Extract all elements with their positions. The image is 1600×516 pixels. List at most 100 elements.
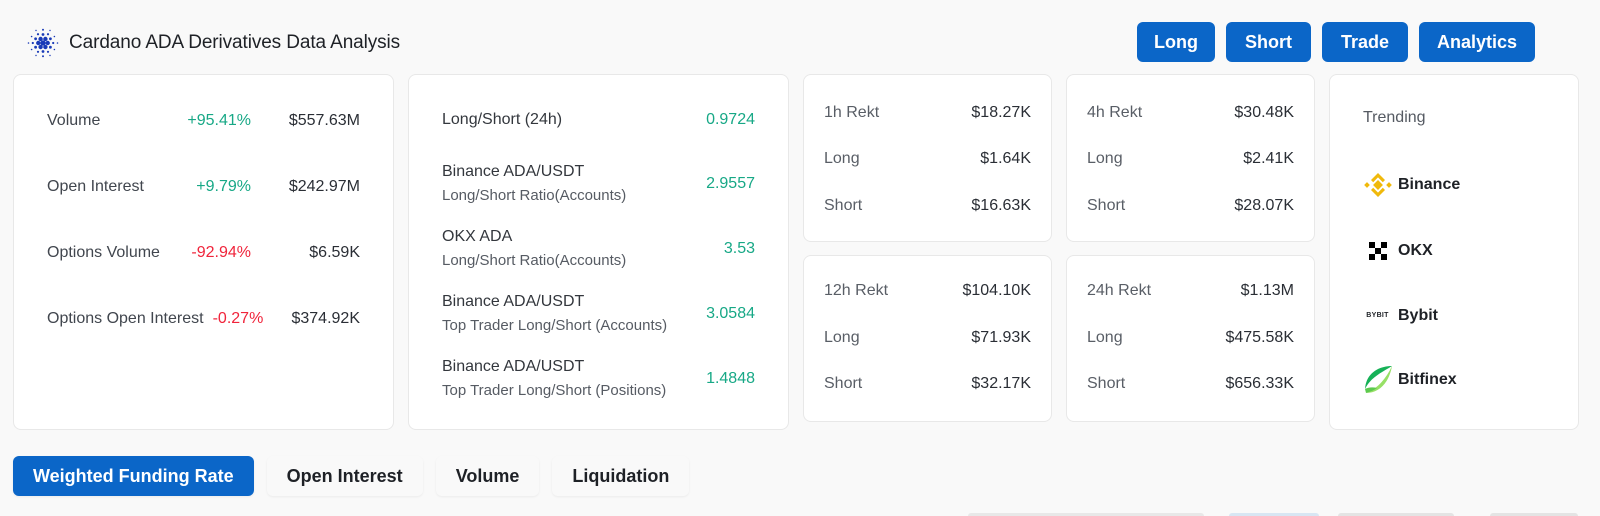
stat-value: $6.59K [309,244,360,261]
stat-label: Volume [47,112,101,129]
trending-title: Trending [1363,109,1426,126]
rekt-long-label: Long [824,329,860,346]
stat-change: -92.94% [191,244,251,261]
bybit-logo-icon: BYBIT [1362,300,1393,331]
rekt-total: $1.13M [1240,282,1294,299]
trending-item-binance[interactable]: Binance [1362,169,1460,200]
rekt-short-value: $16.63K [971,197,1031,214]
rekt-total: $30.48K [1234,104,1294,121]
bybit-logo-text: BYBIT [1366,312,1389,319]
rekt-total-row: 1h Rekt $18.27K [824,102,1031,124]
tab-weighted-funding-rate[interactable]: Weighted Funding Rate [13,456,254,496]
overview-card: Volume +95.41% $557.63M Open Interest +9… [13,74,394,430]
rekt-long-row: Long $71.93K [824,327,1031,349]
rekt-short-row: Short $32.17K [824,373,1031,395]
rekt-total-row: 12h Rekt $104.10K [824,280,1031,302]
rekt-label: 24h Rekt [1087,282,1152,299]
rekt-card-12h: 12h Rekt $104.10K Long $71.93K Short $32… [803,255,1052,422]
stat-change: +9.79% [196,178,251,195]
rekt-long-row: Long $2.41K [1087,148,1294,170]
stat-value: $374.92K [291,310,360,327]
rekt-short-label: Short [1087,375,1126,392]
ls-value: 3.53 [723,240,755,257]
stat-label: Options Open Interest [47,310,204,327]
ls-value: 3.0584 [706,305,755,322]
ls-subtitle: Long/Short Ratio(Accounts) [442,187,627,204]
rekt-long-label: Long [824,150,860,167]
rekt-label: 4h Rekt [1087,104,1143,121]
rekt-long-row: Long $475.58K [1087,327,1294,349]
rekt-total: $18.27K [971,104,1031,121]
rekt-total: $104.10K [962,282,1031,299]
short-button[interactable]: Short [1226,22,1311,62]
okx-logo-icon [1362,235,1393,266]
ls-row: Binance ADA/USDT Long/Short Ratio(Accoun… [442,161,755,207]
rekt-total-row: 4h Rekt $30.48K [1087,102,1294,124]
stat-value: $242.97M [288,178,360,195]
stat-row-open-interest: Open Interest +9.79% $242.97M [47,176,360,198]
trending-card: Trending Binance OKX BYBIT Bybit Bitfine… [1329,74,1579,430]
stat-row-options-volume: Options Volume -92.94% $6.59K [47,242,360,264]
trending-name: OKX [1398,241,1433,259]
long-button[interactable]: Long [1137,22,1215,62]
stat-row-options-open-interest: Options Open Interest -0.27% $374.92K [47,308,360,330]
rekt-long-value: $71.93K [971,329,1031,346]
ls-title: Binance ADA/USDT [442,358,585,375]
ls-subtitle: Long/Short Ratio(Accounts) [442,252,627,269]
rekt-long-value: $1.64K [980,150,1031,167]
tab-volume[interactable]: Volume [435,456,540,496]
stat-value: $557.63M [288,112,360,129]
trending-name: Binance [1398,175,1461,193]
rekt-short-row: Short $16.63K [824,195,1031,217]
trending-item-bybit[interactable]: BYBIT Bybit [1362,300,1438,331]
ls-value: 0.9724 [706,111,755,128]
ls-title: OKX ADA [442,228,513,245]
stat-change: +95.41% [187,112,251,129]
ls-title: Binance ADA/USDT [442,163,585,180]
brand: Cardano ADA Derivatives Data Analysis [26,26,400,60]
ls-row: Binance ADA/USDT Top Trader Long/Short (… [442,356,755,402]
analytics-button[interactable]: Analytics [1419,22,1535,62]
rekt-card-4h: 4h Rekt $30.48K Long $2.41K Short $28.07… [1066,74,1315,242]
stat-change: -0.27% [212,310,264,327]
ls-row: Long/Short (24h) 0.9724 [442,109,755,131]
chart-tabs: Weighted Funding Rate Open Interest Volu… [13,456,690,496]
page-title: Cardano ADA Derivatives Data Analysis [69,32,401,53]
trending-item-bitfinex[interactable]: Bitfinex [1362,364,1457,395]
tab-liquidation[interactable]: Liquidation [552,456,690,496]
rekt-short-value: $656.33K [1225,375,1294,392]
rekt-long-value: $2.41K [1243,150,1294,167]
rekt-label: 1h Rekt [824,104,880,121]
tab-open-interest[interactable]: Open Interest [266,456,423,496]
nav-buttons: Long Short Trade Analytics [1137,22,1535,62]
bitfinex-logo-icon [1362,364,1393,395]
rekt-short-label: Short [824,197,863,214]
rekt-short-value: $28.07K [1234,197,1294,214]
rekt-short-label: Short [1087,197,1126,214]
rekt-card-1h: 1h Rekt $18.27K Long $1.64K Short $16.63… [803,74,1052,242]
trending-name: Bitfinex [1398,370,1457,388]
rekt-long-row: Long $1.64K [824,148,1031,170]
ls-row: Binance ADA/USDT Top Trader Long/Short (… [442,291,755,337]
ls-value: 2.9557 [706,175,755,192]
ls-row: OKX ADA Long/Short Ratio(Accounts) 3.53 [442,226,755,272]
rekt-short-value: $32.17K [971,375,1031,392]
stat-label: Open Interest [47,178,144,195]
stat-label: Options Volume [47,244,160,261]
header: Cardano ADA Derivatives Data Analysis Lo… [0,0,1600,72]
ls-value: 1.4848 [706,370,755,387]
long-short-card: Long/Short (24h) 0.9724 Binance ADA/USDT… [408,74,789,430]
trending-name: Bybit [1398,306,1438,324]
stat-row-volume: Volume +95.41% $557.63M [47,110,360,132]
ls-subtitle: Top Trader Long/Short (Positions) [442,382,667,399]
binance-logo-icon [1362,169,1393,200]
rekt-long-value: $475.58K [1225,329,1294,346]
trade-button[interactable]: Trade [1322,22,1408,62]
ls-subtitle: Top Trader Long/Short (Accounts) [442,317,668,334]
rekt-short-label: Short [824,375,863,392]
ls-title: Long/Short (24h) [442,111,563,128]
rekt-long-label: Long [1087,150,1123,167]
rekt-total-row: 24h Rekt $1.13M [1087,280,1294,302]
rekt-label: 12h Rekt [824,282,889,299]
trending-item-okx[interactable]: OKX [1362,235,1433,266]
